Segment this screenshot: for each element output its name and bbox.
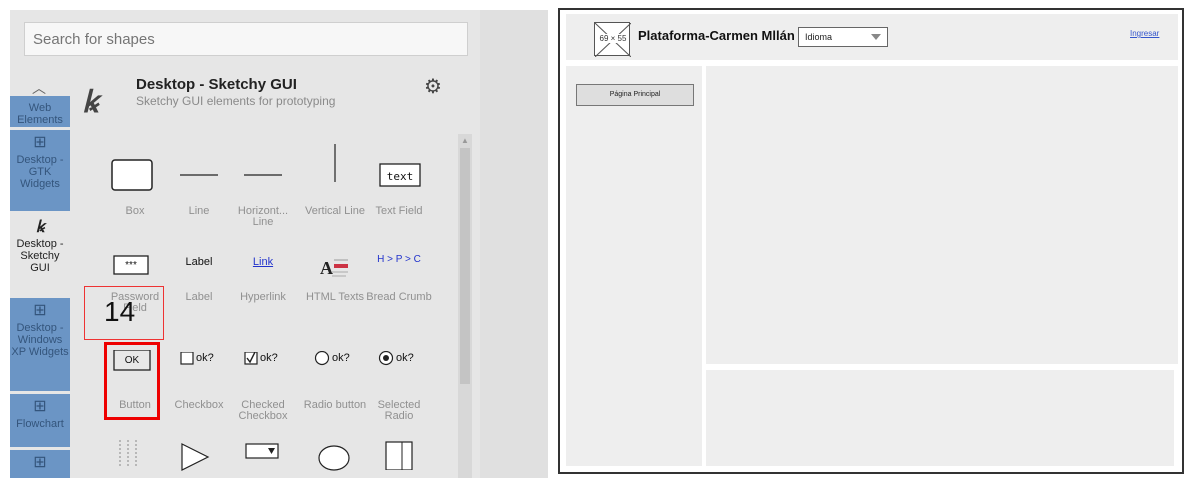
shape-checked-checkbox[interactable]: ok? Checked Checkbox bbox=[228, 312, 298, 422]
shape-html-texts[interactable]: A HTML Texts bbox=[300, 220, 370, 310]
grid-icon: ⊞ bbox=[33, 454, 47, 471]
shape-text-field[interactable]: text Text Field bbox=[364, 134, 434, 224]
mockup-sidebar[interactable] bbox=[566, 66, 702, 466]
chevron-down-icon bbox=[871, 34, 881, 40]
rail-item-web-elements[interactable]: Web Elements bbox=[10, 96, 70, 128]
grid-icon: ⊞ bbox=[33, 398, 47, 415]
gear-icon[interactable]: ⚙ bbox=[424, 74, 442, 99]
listbox-shape-icon[interactable] bbox=[384, 440, 424, 470]
highlight-box bbox=[104, 342, 160, 420]
rail-item-label: Flowchart bbox=[16, 418, 64, 430]
dotted-columns-icon[interactable] bbox=[114, 440, 154, 470]
shape-label[interactable]: Label Label bbox=[164, 220, 234, 310]
rail-item-label: Desktop - Sketchy GUI bbox=[16, 238, 64, 274]
scroll-up-arrow-icon[interactable]: ▲ bbox=[461, 136, 469, 145]
line-shape-icon bbox=[180, 174, 218, 176]
shape-hyperlink[interactable]: Link Hyperlink bbox=[228, 220, 298, 310]
grid-icon: ⊞ bbox=[33, 302, 47, 319]
library-category-rail: ︿ Web Elements ⊞ Desktop - GTK Widgets ꝃ… bbox=[10, 72, 70, 478]
shape-line[interactable]: Line bbox=[164, 134, 234, 224]
scrollbar-thumb[interactable] bbox=[460, 148, 470, 384]
rail-item-gtk-widgets[interactable]: ⊞ Desktop - GTK Widgets bbox=[10, 130, 70, 212]
grid-icon: ⊞ bbox=[33, 134, 47, 151]
circle-shape-icon[interactable] bbox=[316, 444, 356, 474]
annotation-number: 14 bbox=[104, 296, 136, 327]
html-texts-icon: A bbox=[320, 258, 348, 278]
rail-item-windows-xp[interactable]: ⊞ Desktop - Windows XP Widgets bbox=[10, 298, 70, 392]
library-title: Desktop - Sketchy GUI bbox=[136, 76, 297, 93]
shape-selected-radio[interactable]: ok? Selected Radio bbox=[364, 312, 434, 422]
vertical-line-icon bbox=[334, 144, 336, 182]
horizontal-line-icon bbox=[244, 174, 282, 176]
rail-item-label: Desktop - Windows XP Widgets bbox=[11, 322, 69, 358]
dropdown-shape-icon[interactable] bbox=[244, 442, 284, 462]
shape-bread-crumb[interactable]: H > P > C Bread Crumb bbox=[364, 220, 434, 310]
shape-horizontal-line[interactable]: Horizont... Line bbox=[228, 134, 298, 228]
rail-item-more[interactable]: ⊞ bbox=[10, 450, 70, 478]
sketchy-logo-icon: ꝃ bbox=[82, 85, 99, 120]
scroll-up-icon[interactable]: ︿ bbox=[32, 78, 46, 98]
mockup-footer-content[interactable] bbox=[706, 370, 1174, 466]
rail-item-flowchart[interactable]: ⊞ Flowchart bbox=[10, 394, 70, 448]
language-select[interactable]: Idioma bbox=[798, 27, 888, 47]
rail-item-label: Web Elements bbox=[17, 102, 63, 126]
rail-item-sketchy-gui[interactable]: ꝃ Desktop - Sketchy GUI bbox=[10, 214, 70, 296]
svg-text:A: A bbox=[320, 258, 333, 278]
shape-radio-button[interactable]: ok? Radio button bbox=[300, 312, 370, 411]
sketch-logo-icon: ꝃ bbox=[35, 217, 45, 236]
rail-item-label: Desktop - GTK Widgets bbox=[16, 154, 64, 190]
image-placeholder[interactable]: 69 × 55 bbox=[594, 22, 631, 57]
box-shape-icon bbox=[111, 159, 153, 191]
panel-divider bbox=[480, 10, 548, 478]
library-scrollbar[interactable]: ▲ bbox=[458, 134, 472, 478]
hyperlink-preview: Link bbox=[252, 256, 274, 268]
mockup-main-content[interactable] bbox=[706, 66, 1178, 364]
shape-vertical-line[interactable]: Vertical Line bbox=[300, 134, 370, 224]
triangle-shape-icon[interactable] bbox=[178, 442, 218, 472]
shape-box[interactable]: Box bbox=[100, 134, 170, 224]
shape-search-input[interactable] bbox=[24, 22, 468, 56]
site-title: Plataforma-Carmen Mllán bbox=[638, 28, 795, 43]
home-page-button[interactable]: Página Principal bbox=[576, 84, 694, 106]
login-link[interactable]: Ingresar bbox=[1130, 29, 1159, 38]
library-subtitle: Sketchy GUI elements for prototyping bbox=[136, 94, 336, 108]
shape-checkbox[interactable]: ok? Checkbox bbox=[164, 312, 234, 411]
